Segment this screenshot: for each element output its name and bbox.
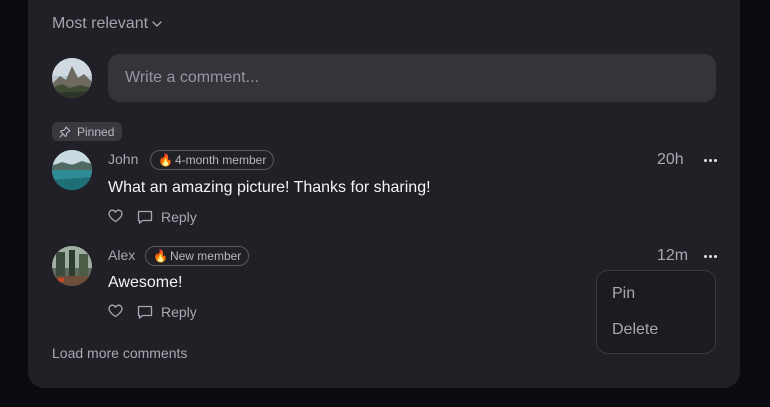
reply-button[interactable]: Reply (137, 209, 197, 225)
comment-time: 20h (657, 151, 684, 168)
sort-label: Most relevant (52, 15, 149, 32)
member-badge: 🔥 New member (145, 246, 250, 266)
heart-icon (108, 304, 123, 318)
member-badge-label: New member (169, 249, 242, 263)
member-badge-label: 4-month member (174, 153, 267, 167)
comment-time: 12m (657, 247, 689, 264)
current-user-avatar[interactable] (52, 58, 92, 98)
pinned-label: Pinned (77, 124, 115, 139)
like-button[interactable] (108, 304, 123, 318)
member-badge: 🔥 4-month member (150, 150, 275, 170)
chevron-down-icon (152, 21, 162, 27)
fire-icon: 🔥 (158, 153, 173, 167)
reply-button[interactable]: Reply (137, 304, 197, 320)
more-options-icon[interactable] (700, 249, 720, 263)
comment-text: What an amazing picture! Thanks for shar… (108, 179, 431, 196)
pinned-badge: Pinned (52, 122, 123, 141)
load-more-comments-link[interactable]: Load more comments (52, 345, 187, 361)
more-options-icon[interactable] (700, 153, 720, 167)
menu-item-delete[interactable]: Delete (612, 321, 658, 339)
comment-author[interactable]: John (108, 151, 138, 167)
menu-item-pin[interactable]: Pin (612, 285, 635, 303)
pin-icon (59, 125, 71, 138)
comment-text: Awesome! (108, 274, 183, 291)
sort-dropdown[interactable]: Most relevant (52, 13, 162, 35)
reply-label: Reply (161, 209, 197, 225)
fire-icon: 🔥 (153, 249, 168, 263)
avatar-alex[interactable] (52, 246, 92, 286)
like-button[interactable] (108, 209, 123, 223)
avatar-john[interactable] (52, 150, 92, 190)
comment-options-menu: Pin Delete (596, 270, 716, 354)
comment-icon (137, 210, 153, 224)
heart-icon (108, 209, 123, 223)
reply-label: Reply (161, 304, 197, 320)
comment-input[interactable] (108, 54, 716, 102)
comment-icon (137, 305, 153, 319)
comment-author[interactable]: Alex (108, 247, 135, 263)
